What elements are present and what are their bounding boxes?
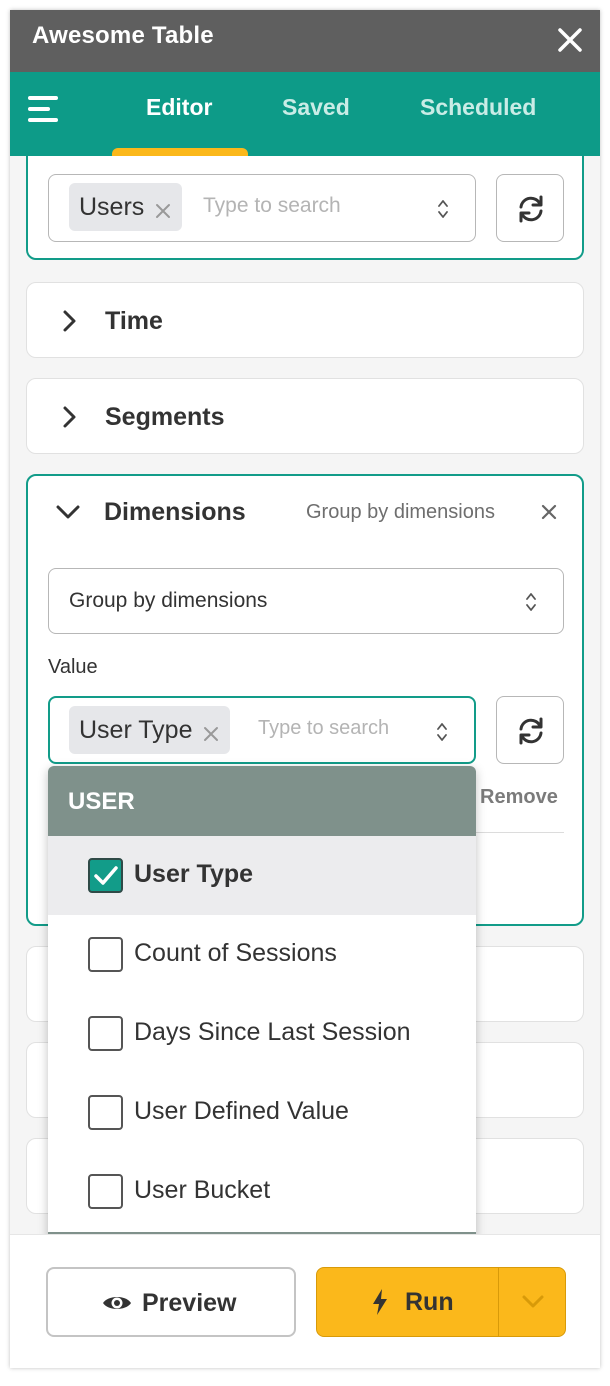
dropdown-option[interactable]: User Bucket — [48, 1152, 476, 1231]
value-dropdown[interactable]: USER User Type Count of Sessions Days Si… — [48, 766, 476, 1242]
group-by-select[interactable]: Group by dimensions — [48, 568, 564, 634]
dropdown-option-label: User Defined Value — [134, 1097, 349, 1125]
checkbox[interactable] — [88, 1174, 123, 1209]
group-by-select-value: Group by dimensions — [69, 589, 268, 612]
segments-section-title: Segments — [105, 403, 225, 431]
source-search-placeholder[interactable]: Type to search — [203, 194, 341, 218]
remove-link[interactable]: Remove — [480, 786, 558, 809]
dropdown-option-label: Count of Sessions — [134, 939, 337, 967]
time-section-title: Time — [105, 307, 163, 335]
updown-arrows-icon — [437, 723, 447, 741]
app-title: Awesome Table — [32, 22, 214, 49]
checkbox[interactable] — [88, 1016, 123, 1051]
dropdown-option[interactable]: User Type — [48, 836, 476, 915]
source-chip-label: Users — [79, 192, 145, 221]
dropdown-option[interactable]: User Defined Value — [48, 1073, 476, 1152]
value-select[interactable]: User Type Type to search — [48, 696, 476, 764]
active-tab-indicator — [112, 148, 248, 156]
chevron-down-icon — [522, 1295, 544, 1308]
dropdown-option[interactable]: Count of Sessions — [48, 915, 476, 994]
lightning-bolt-icon — [373, 1289, 387, 1315]
hamburger-menu-icon[interactable] — [26, 92, 62, 126]
source-card: Users Type to search — [26, 156, 584, 260]
value-chip: User Type — [69, 706, 231, 754]
dropdown-option-label: User Type — [134, 860, 254, 888]
dropdown-option[interactable]: Days Since Last Session — [48, 994, 476, 1073]
preview-button-label: Preview — [142, 1289, 237, 1317]
clear-dimensions-icon[interactable] — [540, 503, 558, 521]
updown-arrows-icon — [526, 593, 536, 611]
chip-remove-icon[interactable] — [154, 198, 172, 218]
preview-button[interactable]: Preview — [46, 1267, 296, 1337]
time-section[interactable]: Time — [26, 282, 584, 358]
checkbox[interactable] — [88, 1095, 123, 1130]
close-icon[interactable] — [554, 24, 586, 56]
source-chip: Users — [69, 183, 183, 231]
check-icon — [94, 866, 118, 885]
dimensions-section-title[interactable]: Dimensions — [104, 498, 246, 527]
run-button-label: Run — [405, 1288, 454, 1316]
checkbox-checked[interactable] — [88, 858, 123, 893]
eye-icon — [103, 1297, 131, 1309]
chevron-right-icon — [63, 406, 76, 428]
dropdown-group-header: USER — [48, 766, 476, 836]
run-options-toggle[interactable] — [498, 1267, 566, 1337]
value-label: Value — [48, 656, 98, 678]
dropdown-option-label: User Bucket — [134, 1176, 271, 1204]
chevron-down-icon[interactable] — [56, 500, 80, 524]
value-refresh-button[interactable] — [496, 696, 564, 764]
checkbox[interactable] — [88, 937, 123, 972]
tab-scheduled[interactable]: Scheduled — [420, 94, 536, 121]
app-window: Awesome Table Editor Saved Scheduled Use… — [10, 10, 600, 1368]
chevron-right-icon — [63, 310, 76, 332]
value-chip-label: User Type — [79, 715, 193, 744]
title-bar: Awesome Table — [10, 10, 600, 72]
value-search-placeholder[interactable]: Type to search — [258, 717, 389, 740]
nav-bar: Editor Saved Scheduled — [10, 72, 600, 156]
chip-remove-icon[interactable] — [202, 721, 220, 741]
editor-content[interactable]: Users Type to search Time Segments Dimen… — [10, 156, 600, 1242]
refresh-button[interactable] — [496, 174, 564, 242]
run-button[interactable]: Run — [316, 1267, 500, 1337]
dropdown-option-label: Days Since Last Session — [134, 1018, 411, 1046]
updown-arrows-icon — [438, 200, 448, 218]
source-select[interactable]: Users Type to search — [48, 174, 476, 242]
refresh-icon — [519, 195, 543, 223]
footer-bar: Preview Run — [10, 1234, 600, 1368]
dimensions-summary: Group by dimensions — [306, 501, 495, 523]
tab-editor[interactable]: Editor — [146, 94, 212, 121]
divider — [468, 832, 564, 833]
tab-saved[interactable]: Saved — [282, 94, 350, 121]
segments-section[interactable]: Segments — [26, 378, 584, 454]
refresh-icon — [519, 717, 543, 745]
